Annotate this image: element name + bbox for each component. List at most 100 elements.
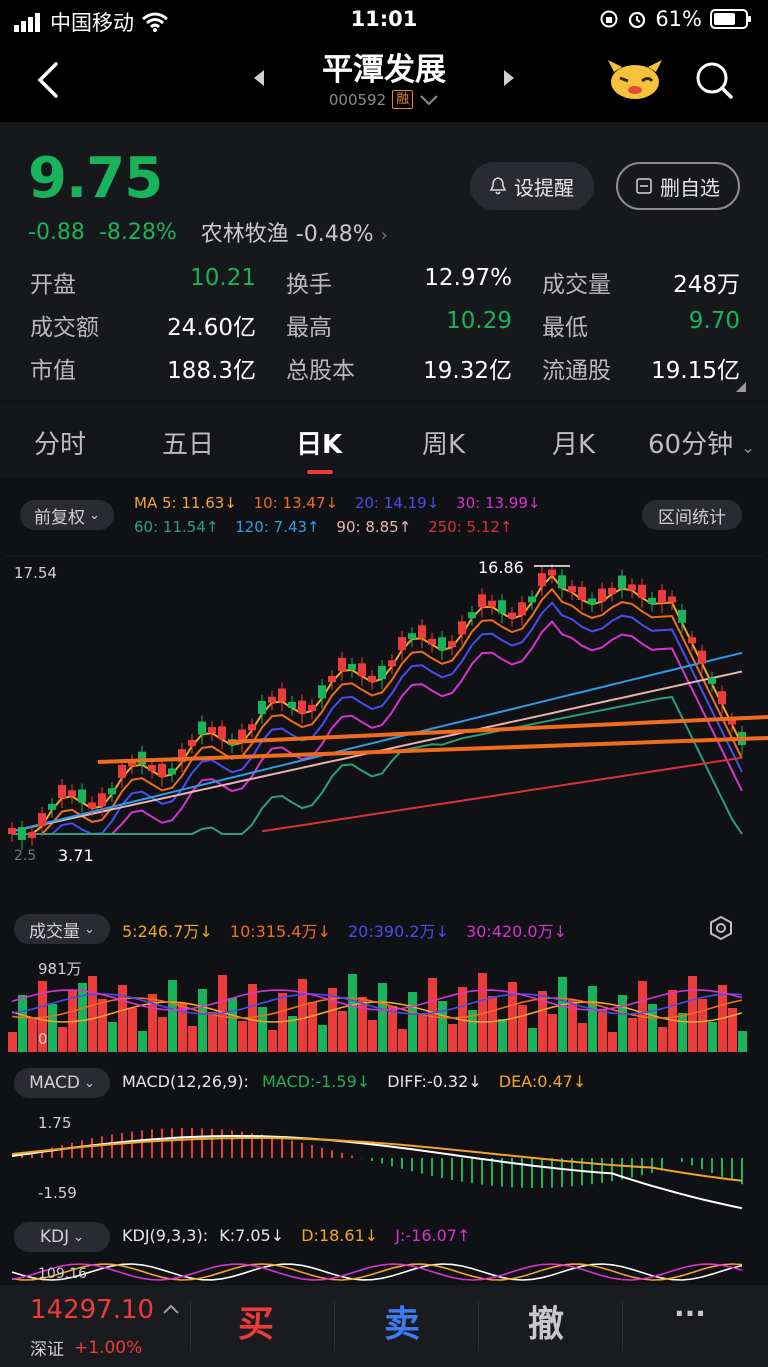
volume-bar	[158, 1017, 167, 1052]
bell-icon	[490, 177, 506, 195]
tab-monthly-k[interactable]: 月K	[552, 424, 595, 461]
index-name: 深证	[30, 1340, 64, 1360]
candle-body	[678, 609, 686, 623]
search-icon[interactable]	[694, 60, 734, 100]
candle-body	[668, 596, 676, 603]
ma-legend-row-2: 60: 11.54↑ 120: 7.43↑ 90: 8.85↑ 250: 5.1…	[134, 518, 525, 536]
volume-bar	[168, 980, 177, 1052]
settings-hexagon-icon[interactable]	[708, 915, 734, 941]
set-alert-label: 设提醒	[514, 175, 574, 200]
candle-body	[318, 685, 326, 699]
divider	[190, 1301, 191, 1351]
volume-chart[interactable]	[0, 952, 768, 1056]
volume-bar	[78, 983, 87, 1052]
sell-button[interactable]: 卖	[384, 1295, 420, 1347]
candle-body	[438, 637, 446, 651]
stat-label: 成交额	[30, 314, 99, 341]
candle-body	[278, 688, 286, 702]
candle-body	[218, 726, 226, 740]
ma5-value: MA 5: 11.63↓	[134, 494, 237, 512]
candle-body	[68, 790, 76, 797]
expand-corner-icon[interactable]	[736, 382, 746, 392]
stat-label: 成交量	[542, 271, 611, 298]
buy-button[interactable]: 买	[238, 1295, 274, 1347]
stat-volume: 成交量 248万	[542, 265, 740, 299]
adjust-label: 前复权	[34, 507, 86, 528]
volume-ma-legend: 5:246.7万↓ 10:315.4万↓ 20:390.2万↓ 30:420.0…	[122, 918, 579, 942]
sector-link[interactable]: 农林牧渔 -0.48% ›	[201, 216, 388, 248]
stat-low: 最低 9.70	[542, 308, 740, 342]
range-stats-label: 区间统计	[658, 507, 726, 528]
stat-open: 开盘 10.21	[30, 265, 286, 299]
chevron-up-icon[interactable]	[162, 1303, 180, 1315]
candle-body	[618, 575, 626, 589]
macd-bottom-label: -1.59	[38, 1184, 77, 1202]
kdj-chart[interactable]	[0, 1258, 768, 1282]
tab-weekly-k[interactable]: 周K	[422, 424, 465, 461]
kdj-selector[interactable]: KDJ ⌄	[14, 1222, 110, 1252]
candle-body	[258, 700, 266, 714]
tab-intraday[interactable]: 分时	[34, 424, 86, 461]
candle-body	[558, 575, 566, 589]
tab-60min[interactable]: 60分钟 ⌄	[648, 424, 755, 461]
ma-line	[261, 756, 743, 833]
divider	[334, 1301, 335, 1351]
ma90-value: 90: 8.85↑	[336, 518, 412, 536]
candle-body	[488, 600, 496, 607]
ma120-value: 120: 7.43↑	[235, 518, 320, 536]
volume-bar	[48, 1004, 57, 1052]
chevron-down-icon: ⌄	[73, 1229, 85, 1245]
candle-body	[698, 650, 706, 664]
candle-body	[568, 586, 576, 593]
candle-body	[78, 789, 86, 803]
cancel-order-button[interactable]: 撤	[528, 1295, 564, 1347]
status-bar: 中国移动 11:01 61%	[0, 0, 768, 40]
stat-value: 12.97%	[424, 264, 512, 291]
period-tabs: 分时 五日 日K 周K 月K 60分钟 ⌄	[0, 404, 768, 478]
dea-value: DEA:0.47↓	[498, 1072, 587, 1091]
vol-ma20-value: 20:390.2万↓	[347, 922, 449, 941]
macd-label: MACD	[29, 1073, 81, 1093]
candle-body	[538, 573, 546, 587]
volume-bar	[448, 1024, 457, 1052]
volume-bar	[708, 1022, 717, 1052]
tab-five-day[interactable]: 五日	[162, 424, 214, 461]
y-high-label: 17.54	[14, 564, 57, 582]
volume-bar	[28, 1018, 37, 1052]
j-value: J:-16.07↑	[395, 1226, 471, 1245]
tab-daily-k[interactable]: 日K	[296, 424, 342, 461]
remove-watchlist-button[interactable]: 删自选	[616, 162, 740, 210]
candle-body	[628, 584, 636, 591]
volume-bar	[98, 999, 107, 1052]
more-button[interactable]: ···	[674, 1297, 706, 1330]
stat-label: 最高	[286, 314, 332, 341]
range-stats-button[interactable]: 区间统计	[642, 500, 742, 530]
volume-selector[interactable]: 成交量 ⌄	[14, 914, 110, 944]
index-value[interactable]: 14297.10	[30, 1295, 154, 1325]
candle-body	[608, 587, 616, 594]
volume-bar	[268, 1030, 277, 1052]
stat-label: 换手	[286, 271, 332, 298]
volume-bar	[198, 989, 207, 1052]
candle-body	[58, 785, 66, 799]
kline-chart[interactable]	[0, 550, 768, 880]
ma10-value: 10: 13.47↓	[253, 494, 339, 512]
volume-bar	[548, 1014, 557, 1052]
set-alert-button[interactable]: 设提醒	[470, 162, 594, 210]
stats-row: 开盘 10.21 换手 12.97% 成交量 248万	[30, 260, 740, 303]
stat-value: 10.29	[446, 307, 512, 334]
adjust-selector[interactable]: 前复权 ⌄	[20, 500, 114, 530]
volume-bar	[598, 1009, 607, 1052]
stat-label: 流通股	[542, 357, 611, 384]
candle-body	[408, 633, 416, 640]
mascot-icon[interactable]	[606, 54, 664, 102]
macd-value: MACD:-1.59↓	[262, 1072, 371, 1091]
stock-code: 000592	[328, 90, 387, 109]
macd-selector[interactable]: MACD ⌄	[14, 1068, 110, 1098]
volume-bar	[318, 1025, 327, 1052]
chevron-down-icon: ⌄	[89, 507, 100, 523]
volume-bar	[298, 979, 307, 1052]
candle-body	[88, 802, 96, 809]
next-stock-arrow-icon[interactable]	[502, 68, 516, 88]
macd-chart[interactable]	[0, 1106, 768, 1216]
